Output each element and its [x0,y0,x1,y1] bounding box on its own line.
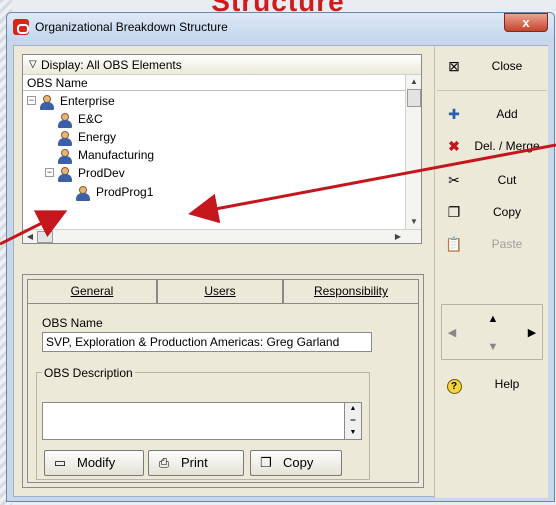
scroll-thumb[interactable] [37,231,53,243]
person-icon [75,185,91,201]
obs-description-field[interactable] [42,402,362,440]
tree-node-label: ProdDev [78,166,125,180]
spin-down-icon[interactable]: ▼ [345,427,361,439]
move-navigation-pad: ◀ ▲ ▼ ▶ [441,304,543,360]
print-button[interactable]: ⎙ Print [148,450,244,476]
tree-horizontal-scrollbar[interactable]: ◀ ▶ [23,229,421,243]
close-window-icon: ⊠ [448,58,460,74]
scroll-thumb[interactable] [407,89,421,107]
divider [437,90,547,91]
move-down-icon[interactable]: ▼ [476,333,510,361]
oracle-app-icon [13,19,29,35]
spin-mid-icon[interactable]: ═ [345,415,361,427]
help-button[interactable]: ? Help [437,368,547,400]
chevron-down-icon: ▽ [29,59,37,70]
spin-up-icon[interactable]: ▲ [345,403,361,415]
move-up-icon[interactable]: ▲ [476,305,510,333]
window-title: Organizational Breakdown Structure [35,20,228,34]
tree-node-label: E&C [78,112,103,126]
collapse-toggle-icon[interactable]: − [27,96,36,105]
person-icon [57,148,73,164]
tree-node-ec[interactable]: E&C [57,110,103,128]
column-header-obs-name[interactable]: OBS Name [23,75,405,91]
collapse-toggle-icon[interactable]: − [45,168,54,177]
tab-row: General Users Responsibility [27,279,419,304]
left-panel: ▽ Display: All OBS Elements OBS Name − E… [22,54,428,488]
cut-button[interactable]: ✂ Cut [437,164,547,196]
person-icon [39,94,55,110]
details-tab-panel: General Users Responsibility OBS Name SV… [22,274,424,488]
print-label: Print [181,455,208,470]
display-filter-bar[interactable]: ▽ Display: All OBS Elements [23,55,421,75]
delete-merge-button[interactable]: ✖ Del. / Merge [437,130,547,162]
help-icon: ? [445,368,463,400]
modify-button[interactable]: ▭ Modify [44,450,144,476]
scroll-left-icon[interactable]: ◀ [23,230,37,244]
obs-tree: − Enterprise E&C Energy Manufacturing − … [23,91,405,229]
obs-name-field[interactable]: SVP, Exploration & Production Americas: … [42,332,372,352]
obs-dialog: Organizational Breakdown Structure x ▽ D… [6,12,555,502]
move-right-icon[interactable]: ▶ [522,319,542,347]
move-left-icon[interactable]: ◀ [442,319,462,347]
copy-label: Copy [283,455,314,470]
modify-label: Modify [77,455,116,470]
tree-node-prodprog1[interactable]: ProdProg1 [75,183,153,201]
scissors-icon: ✂ [448,172,460,188]
close-button[interactable]: ⊠ Close [437,50,547,82]
paste-button[interactable]: 📋 Paste [437,228,547,260]
tree-node-label: ProdProg1 [96,185,154,199]
copy-icon: ❐ [447,204,461,220]
tree-node-label: Enterprise [60,94,115,108]
display-filter-label: Display: All OBS Elements [41,58,182,72]
copy-icon: ❐ [260,455,272,470]
general-tab-content: OBS Name SVP, Exploration & Production A… [27,303,419,483]
add-button[interactable]: ✚ Add [437,98,547,130]
copy-description-button[interactable]: ❐ Copy [250,450,342,476]
printer-icon: ⎙ [158,455,170,470]
window-close-button[interactable]: x [504,13,548,32]
obs-tree-panel: ▽ Display: All OBS Elements OBS Name − E… [22,54,422,244]
command-panel: ⊠ Close ✚ Add ✖ Del. / Merge ✂ Cut ❐ Cop… [434,46,548,498]
obs-description-label: OBS Description [42,366,135,380]
obs-name-label: OBS Name [42,316,103,330]
tab-general[interactable]: General [27,279,157,304]
scroll-up-icon[interactable]: ▲ [406,75,422,89]
tree-node-label: Energy [78,130,117,144]
tree-node-manufacturing[interactable]: Manufacturing [57,146,154,164]
title-bar: Organizational Breakdown Structure x [7,13,554,41]
tree-vertical-scrollbar[interactable]: ▲ ▼ [405,75,421,229]
modify-icon: ▭ [53,455,67,470]
tab-users[interactable]: Users [157,279,283,303]
person-icon [57,166,73,182]
tab-responsibility[interactable]: Responsibility [283,279,419,303]
description-spinner[interactable]: ▲ ═ ▼ [344,402,362,440]
person-icon [57,130,73,146]
tree-node-energy[interactable]: Energy [57,128,116,146]
delete-icon: ✖ [448,138,460,154]
tree-node-label: Manufacturing [78,148,155,162]
scroll-down-icon[interactable]: ▼ [406,215,422,229]
clipboard-icon: 📋 [445,236,463,252]
dialog-client-area: ▽ Display: All OBS Elements OBS Name − E… [13,45,548,498]
add-icon: ✚ [448,106,460,122]
scroll-right-icon[interactable]: ▶ [391,230,405,244]
copy-button[interactable]: ❐ Copy [437,196,547,228]
person-icon [57,112,73,128]
